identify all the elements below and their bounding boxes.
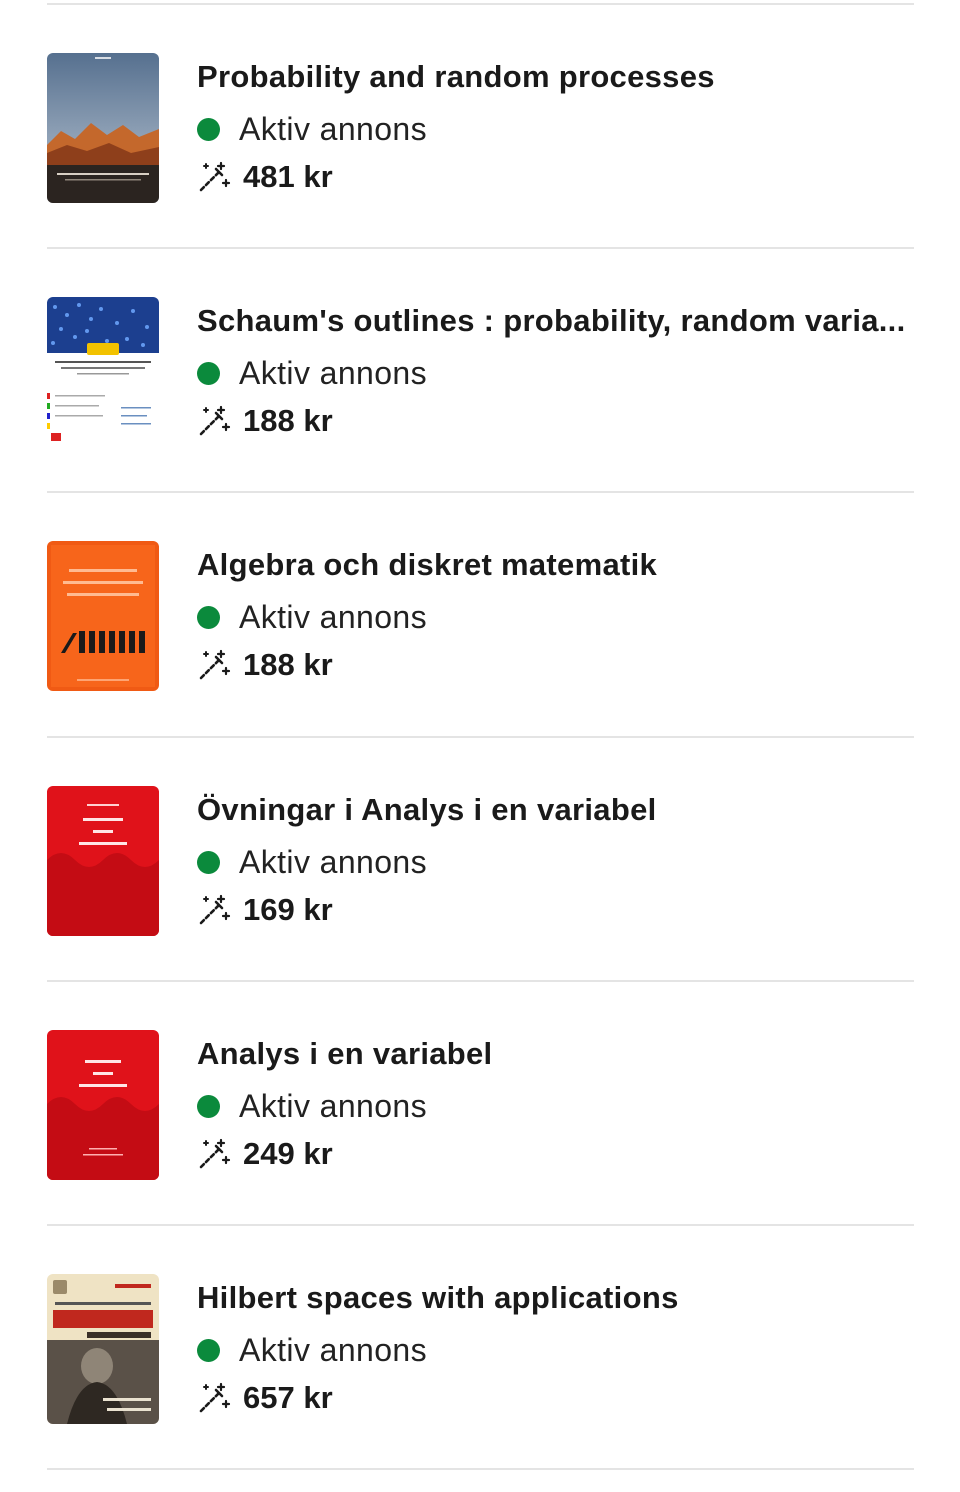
status-label: Aktiv annons: [239, 1088, 428, 1124]
status-label: Aktiv annons: [239, 111, 428, 147]
book-cover-image: [47, 1030, 159, 1180]
listing-row[interactable]: Analys i en variabel Aktiv annons 249 kr: [47, 982, 914, 1226]
green-dot-icon: [197, 605, 220, 629]
price-label: 188 kr: [243, 647, 333, 682]
listing-price: 188 kr: [197, 401, 333, 441]
book-cover-image: [47, 541, 159, 691]
magic-wand-icon: [199, 405, 231, 436]
listing-row[interactable]: Algebra och diskret matematik Aktiv anno…: [47, 493, 914, 737]
listing-title[interactable]: Analys i en variabel: [197, 1034, 907, 1074]
book-cover-image: [47, 53, 159, 203]
listing-title[interactable]: Övningar i Analys i en variabel: [197, 790, 907, 830]
listing-row[interactable]: Hilbert spaces with applications Aktiv a…: [47, 1226, 914, 1470]
price-label: 481 kr: [243, 159, 333, 194]
price-label: 169 kr: [243, 892, 333, 927]
book-cover-image: [47, 1274, 159, 1424]
listing-status: Aktiv annons: [197, 353, 427, 393]
green-dot-icon: [197, 1338, 220, 1362]
listing-status: Aktiv annons: [197, 1330, 427, 1370]
status-label: Aktiv annons: [239, 599, 428, 635]
price-label: 188 kr: [243, 403, 333, 438]
listing-status: Aktiv annons: [197, 1086, 427, 1126]
listing-status: Aktiv annons: [197, 109, 427, 149]
magic-wand-icon: [199, 1382, 231, 1413]
price-label: 249 kr: [243, 1136, 333, 1171]
status-label: Aktiv annons: [239, 1332, 428, 1368]
green-dot-icon: [197, 117, 220, 141]
listing-title[interactable]: Hilbert spaces with applications: [197, 1278, 907, 1318]
magic-wand-icon: [199, 649, 231, 680]
listing-title[interactable]: Probability and random processes: [197, 57, 907, 97]
book-cover-image: [47, 786, 159, 936]
listing-price: 657 kr: [197, 1378, 333, 1418]
status-label: Aktiv annons: [239, 355, 428, 391]
green-dot-icon: [197, 850, 220, 874]
listing-title[interactable]: Algebra och diskret matematik: [197, 545, 907, 585]
magic-wand-icon: [199, 161, 231, 192]
status-label: Aktiv annons: [239, 844, 428, 880]
price-label: 657 kr: [243, 1380, 333, 1415]
listing-row[interactable]: Övningar i Analys i en variabel Aktiv an…: [47, 738, 914, 982]
green-dot-icon: [197, 361, 220, 385]
listing-price: 481 kr: [197, 157, 333, 197]
listing-price: 169 kr: [197, 890, 333, 930]
magic-wand-icon: [199, 1138, 231, 1169]
row-divider: [47, 1468, 914, 1470]
listing-price: 188 kr: [197, 645, 333, 685]
listing-title[interactable]: Schaum's outlines : probability, random …: [197, 301, 907, 341]
magic-wand-icon: [199, 894, 231, 925]
listing-row[interactable]: Probability and random processes Aktiv a…: [47, 5, 914, 249]
listing-price: 249 kr: [197, 1134, 333, 1174]
listing-row[interactable]: Schaum's outlines : probability, random …: [47, 249, 914, 493]
green-dot-icon: [197, 1094, 220, 1118]
listing-status: Aktiv annons: [197, 597, 427, 637]
listing-status: Aktiv annons: [197, 842, 427, 882]
book-cover-image: [47, 297, 159, 447]
